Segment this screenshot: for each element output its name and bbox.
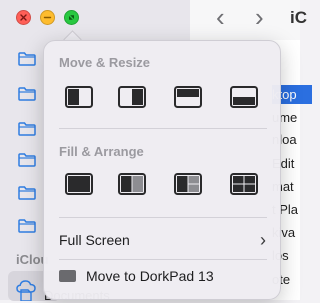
fill-screen-button[interactable]	[59, 166, 99, 202]
arrange-four-button[interactable]	[224, 166, 264, 202]
move-to-display-label: Move to DorkPad 13	[86, 268, 214, 284]
display-icon	[59, 270, 76, 282]
folder-icon[interactable]	[18, 186, 36, 200]
forward-button[interactable]: ›	[255, 3, 264, 31]
arrange-left-right-button[interactable]	[112, 166, 152, 202]
full-screen-label: Full Screen	[59, 232, 130, 248]
close-x-icon	[20, 14, 27, 21]
document-icon	[20, 289, 32, 301]
tile-top-half-icon	[174, 86, 202, 108]
folder-icon[interactable]	[18, 122, 36, 136]
chevron-right-icon: ›	[260, 230, 266, 250]
back-button[interactable]: ‹	[216, 3, 225, 31]
window-title: iC	[290, 8, 307, 27]
folder-icon[interactable]	[18, 52, 36, 66]
section-divider	[59, 128, 267, 129]
tile-right-half-icon	[118, 86, 146, 108]
tile-left-half-icon	[65, 86, 93, 108]
arrange-four-icon	[230, 173, 258, 195]
move-resize-heading: Move & Resize	[59, 55, 151, 70]
close-window-button[interactable]	[16, 10, 31, 25]
zoom-arrows-icon	[69, 15, 74, 20]
fill-arrange-heading: Fill & Arrange	[59, 144, 144, 159]
folder-icon[interactable]	[18, 219, 36, 233]
tile-bottom-half-icon	[230, 86, 258, 108]
section-divider	[59, 217, 267, 218]
fill-screen-icon	[65, 173, 93, 195]
full-screen-menu-item[interactable]: Full Screen ›	[44, 226, 280, 254]
arrange-three-button[interactable]	[168, 166, 208, 202]
tile-top-half-button[interactable]	[168, 79, 208, 115]
window-tiling-popover: Move & Resize Fill & Arrange Full Screen…	[43, 40, 281, 300]
minus-icon	[43, 16, 52, 19]
finder-toolbar	[190, 0, 300, 41]
minimize-window-button[interactable]	[40, 10, 55, 25]
zoom-window-button[interactable]	[64, 10, 79, 25]
section-divider	[59, 259, 267, 260]
folder-icon[interactable]	[18, 153, 36, 167]
tile-bottom-half-button[interactable]	[224, 79, 264, 115]
tile-right-half-button[interactable]	[112, 79, 152, 115]
tile-left-half-button[interactable]	[59, 79, 99, 115]
arrange-left-right-icon	[118, 173, 146, 195]
folder-icon[interactable]	[18, 87, 36, 101]
arrange-three-icon	[174, 173, 202, 195]
move-to-display-menu-item[interactable]: Move to DorkPad 13	[44, 262, 280, 290]
